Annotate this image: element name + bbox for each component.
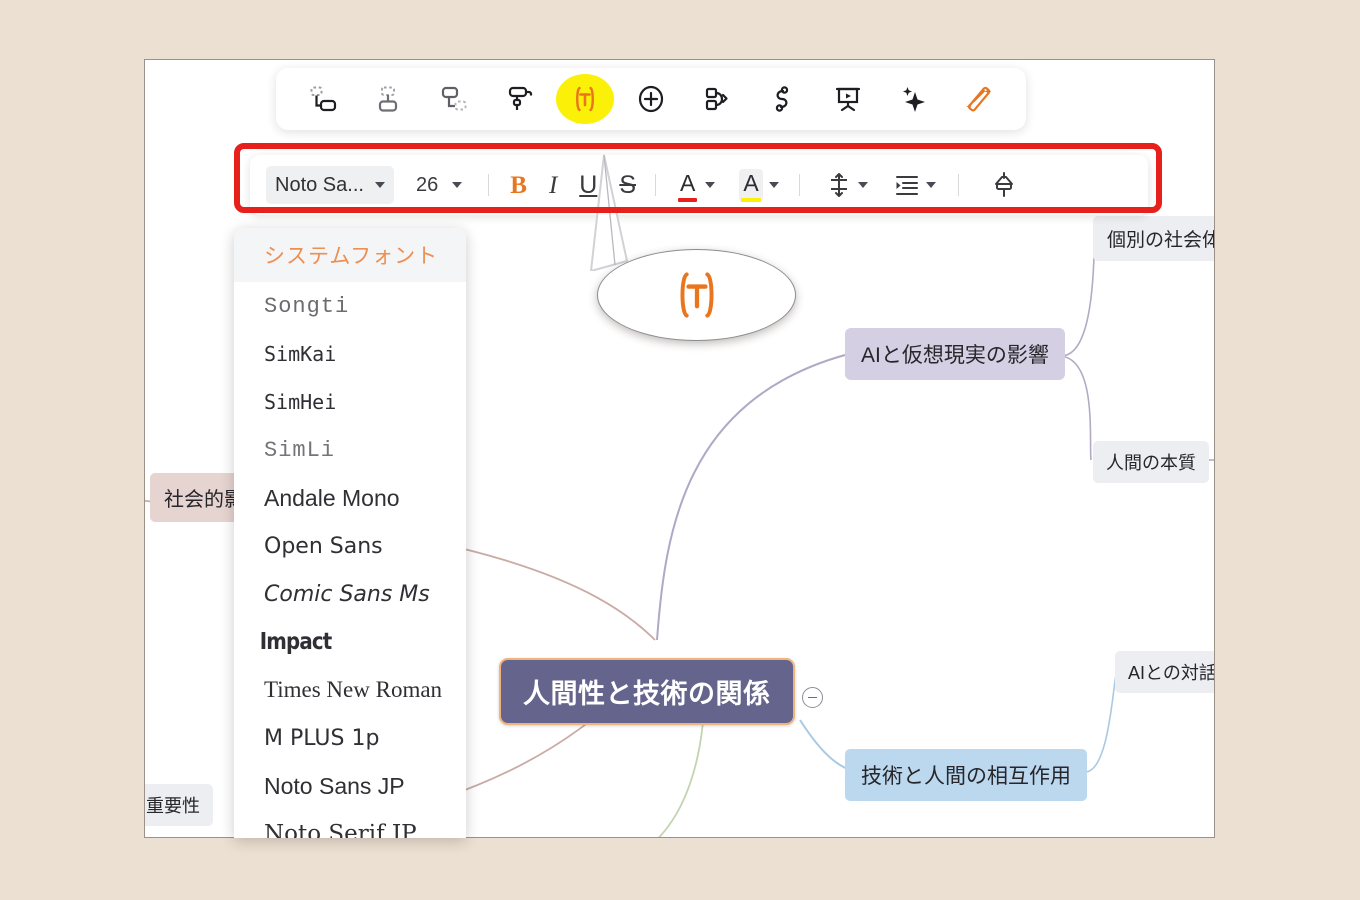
font-menu-item-comic-sans-ms[interactable]: Comic Sans Ms bbox=[234, 570, 466, 618]
node-label: 個別の社会体験 bbox=[1107, 230, 1214, 251]
font-menu-item-simhei[interactable]: SimHei bbox=[234, 378, 466, 426]
mindmap-node-ai-vr[interactable]: AIと仮想現実の影響 bbox=[845, 328, 1065, 380]
chevron-down-icon[interactable] bbox=[768, 182, 779, 188]
mindmap-node-gijutsu-sougo[interactable]: 技術と人間の相互作用 bbox=[845, 749, 1087, 801]
mindmap-root-node[interactable]: 人間性と技術の関係 bbox=[499, 658, 795, 725]
screen-root: 個別の社会体験 AIと仮想現実の影響 人間の本質 AIとの対話の 技術と人間の相… bbox=[0, 0, 1360, 900]
chevron-down-icon bbox=[375, 182, 385, 188]
callout-tail bbox=[589, 154, 629, 271]
font-family-dropdown[interactable]: Noto Sa... bbox=[266, 166, 394, 204]
font-menu-item-songti[interactable]: Songti bbox=[234, 282, 466, 330]
line-height-icon bbox=[830, 173, 847, 197]
node-label: AIと仮想現実の影響 bbox=[861, 344, 1049, 367]
highlight-color-letter: A bbox=[739, 168, 763, 202]
indent-icon bbox=[895, 176, 918, 195]
node-label: 重要性 bbox=[146, 796, 200, 816]
node-label: 社会的影 bbox=[164, 489, 244, 511]
chevron-down-icon bbox=[452, 182, 463, 188]
node-label: 人間性と技術の関係 bbox=[523, 679, 771, 709]
mindmap-node-ai-taiwa[interactable]: AIとの対話の bbox=[1115, 651, 1214, 693]
font-menu-item-noto-sans-jp[interactable]: Noto Sans JP bbox=[234, 762, 466, 810]
collapse-toggle-button[interactable] bbox=[802, 687, 823, 708]
font-menu-item-open-sans[interactable]: Open Sans bbox=[234, 522, 466, 570]
divider bbox=[957, 174, 959, 196]
connector-line-icon[interactable] bbox=[760, 77, 804, 121]
bold-button[interactable]: B bbox=[499, 166, 538, 204]
font-size-value: 26 bbox=[416, 173, 439, 196]
insert-child-node-icon[interactable] bbox=[366, 77, 410, 121]
font-menu-item-simli[interactable]: SimLi bbox=[234, 426, 466, 474]
node-label: 技術と人間の相互作用 bbox=[861, 765, 1071, 788]
font-menu-item-m-plus-1p[interactable]: M PLUS 1p bbox=[234, 714, 466, 762]
magic-wand-icon[interactable] bbox=[957, 77, 1001, 121]
chevron-down-icon[interactable] bbox=[857, 182, 868, 188]
font-menu-header: システムフォント bbox=[234, 228, 466, 282]
callout-bubble bbox=[589, 154, 796, 341]
font-menu-item-noto-serif-jp[interactable]: Noto Serif JP bbox=[234, 810, 466, 838]
font-family-menu[interactable]: システムフォント Songti SimKai SimHei SimLi Anda… bbox=[234, 228, 466, 838]
font-menu-item-times-new-roman[interactable]: Times New Roman bbox=[234, 666, 466, 714]
highlight-color-swatch bbox=[741, 197, 761, 202]
node-label: 人間の本質 bbox=[1106, 453, 1196, 473]
mindmap-node-kobetsu[interactable]: 個別の社会体験 bbox=[1093, 216, 1214, 261]
format-painter-icon bbox=[994, 172, 1013, 197]
ai-sparkle-icon[interactable] bbox=[891, 77, 935, 121]
mindmap-node-ningen-honshitsu[interactable]: 人間の本質 bbox=[1093, 441, 1209, 483]
insert-sibling-node-icon[interactable] bbox=[301, 77, 345, 121]
font-size-dropdown[interactable]: 26 bbox=[408, 166, 470, 204]
style-brush-icon[interactable] bbox=[498, 77, 542, 121]
callout-ellipse bbox=[597, 249, 796, 341]
chevron-down-icon[interactable] bbox=[925, 182, 936, 188]
node-label: AIとの対話の bbox=[1128, 663, 1214, 683]
text-format-icon bbox=[680, 272, 713, 318]
font-menu-item-impact[interactable]: Impact bbox=[234, 618, 434, 666]
font-menu-item-andale-mono[interactable]: Andale Mono bbox=[234, 474, 466, 522]
indent-button[interactable] bbox=[888, 166, 942, 204]
highlight-color-button[interactable]: A bbox=[733, 166, 784, 204]
presentation-icon[interactable] bbox=[826, 77, 870, 121]
insert-subtopic-node-icon[interactable] bbox=[432, 77, 476, 121]
line-height-button[interactable] bbox=[820, 166, 874, 204]
mindmap-node-juyousei[interactable]: 重要性 bbox=[145, 784, 213, 826]
italic-button[interactable]: I bbox=[538, 166, 568, 204]
font-menu-item-simkai[interactable]: SimKai bbox=[234, 330, 466, 378]
divider bbox=[798, 174, 800, 196]
font-family-value: Noto Sa... bbox=[275, 173, 364, 196]
divider bbox=[488, 174, 490, 196]
format-painter-button[interactable] bbox=[985, 166, 1023, 204]
